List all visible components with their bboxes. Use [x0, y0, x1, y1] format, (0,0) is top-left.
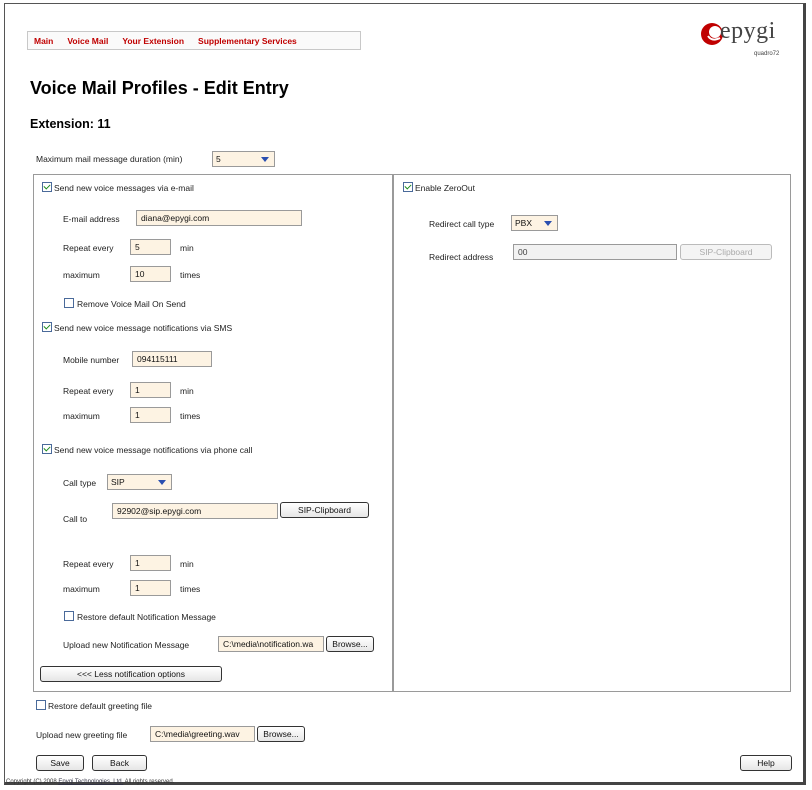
call-type-select[interactable]: SIP — [107, 474, 172, 490]
upload-notification-label: Upload new Notification Message — [63, 640, 190, 650]
redirect-address-label: Redirect address — [429, 252, 494, 262]
page-title: Voice Mail Profiles - Edit Entry — [30, 78, 289, 98]
sms-max-input[interactable]: 1 — [130, 407, 171, 423]
copyright-prefix: Copyright (C) 2008 — [6, 779, 59, 785]
call-type-value: SIP — [111, 477, 125, 487]
max-duration-value: 5 — [216, 154, 221, 164]
remove-voicemail-label: Remove Voice Mail On Send — [77, 299, 186, 309]
sms-checkbox[interactable] — [42, 322, 52, 332]
sms-checkbox-label: Send new voice message notifications via… — [54, 323, 233, 333]
enable-zeroout-label: Enable ZeroOut — [415, 183, 476, 193]
restore-notification-checkbox[interactable] — [64, 611, 74, 621]
sms-repeat-label: Repeat every — [63, 386, 114, 396]
email-max-label: maximum — [63, 270, 100, 280]
max-duration-label: Maximum mail message duration (min) — [36, 154, 183, 164]
phone-call-checkbox[interactable] — [42, 444, 52, 454]
call-to-label: Call to — [63, 514, 88, 524]
phone-repeat-unit: min — [180, 559, 194, 569]
copyright-suffix: All rights reserved. — [123, 779, 175, 785]
email-repeat-unit: min — [180, 243, 194, 253]
max-duration-select[interactable]: 5 — [212, 151, 275, 167]
phone-call-checkbox-label: Send new voice message notifications via… — [54, 445, 253, 455]
sms-max-label: maximum — [63, 411, 100, 421]
logo-model: quadro72 — [754, 51, 780, 57]
nav-item-main[interactable]: Main — [34, 36, 53, 46]
email-repeat-label: Repeat every — [63, 243, 114, 253]
redirect-call-type-select[interactable]: PBX — [511, 215, 558, 231]
redirect-sip-clipboard-button[interactable]: SIP-Clipboard — [680, 244, 772, 260]
phone-max-unit: times — [180, 584, 201, 594]
email-checkbox[interactable] — [42, 182, 52, 192]
email-address-input[interactable]: diana@epygi.com — [136, 210, 302, 226]
extension-heading: Extension: 11 — [30, 117, 111, 131]
epygi-logo: epygi quadro72 — [698, 18, 794, 68]
remove-voicemail-checkbox[interactable] — [64, 298, 74, 308]
save-button[interactable]: Save — [36, 755, 84, 771]
browse-notification-button[interactable]: Browse... — [326, 636, 374, 652]
help-button[interactable]: Help — [740, 755, 792, 771]
phone-repeat-input[interactable]: 1 — [130, 555, 171, 571]
upload-greeting-input[interactable]: C:\media\greeting.wav — [150, 726, 255, 742]
call-to-input[interactable]: 92902@sip.epygi.com — [112, 503, 278, 519]
email-checkbox-label: Send new voice messages via e-mail — [54, 183, 194, 193]
top-nav: Main Voice Mail Your Extension Supplemen… — [27, 31, 361, 50]
chevron-down-icon — [156, 476, 168, 488]
phone-repeat-label: Repeat every — [63, 559, 114, 569]
phone-max-label: maximum — [63, 584, 100, 594]
less-notification-options-button[interactable]: <<< Less notification options — [40, 666, 222, 682]
chevron-down-icon — [542, 217, 554, 229]
restore-greeting-checkbox[interactable] — [36, 700, 46, 710]
restore-notification-label: Restore default Notification Message — [77, 612, 216, 622]
mobile-number-label: Mobile number — [63, 355, 120, 365]
redirect-call-type-label: Redirect call type — [429, 219, 495, 229]
restore-greeting-label: Restore default greeting file — [48, 701, 152, 711]
sms-repeat-input[interactable]: 1 — [130, 382, 171, 398]
mobile-number-input[interactable]: 094115111 — [132, 351, 212, 367]
upload-notification-input[interactable]: C:\media\notification.wa — [218, 636, 324, 652]
nav-item-voice-mail[interactable]: Voice Mail — [67, 36, 108, 46]
company-link[interactable]: Epygi Technologies, Ltd. — [58, 779, 123, 785]
email-max-input[interactable]: 10 — [130, 266, 171, 282]
email-address-label: E-mail address — [63, 214, 120, 224]
back-button[interactable]: Back — [92, 755, 147, 771]
email-max-unit: times — [180, 270, 201, 280]
email-repeat-input[interactable]: 5 — [130, 239, 171, 255]
call-type-label: Call type — [63, 478, 97, 488]
browse-greeting-button[interactable]: Browse... — [257, 726, 305, 742]
redirect-address-input[interactable]: 00 — [513, 244, 677, 260]
redirect-call-type-value: PBX — [515, 218, 533, 228]
sms-max-unit: times — [180, 411, 201, 421]
enable-zeroout-checkbox[interactable] — [403, 182, 413, 192]
copyright-footer: Copyright (C) 2008 Epygi Technologies, L… — [6, 779, 174, 785]
chevron-down-icon — [259, 153, 271, 165]
call-to-sip-clipboard-button[interactable]: SIP-Clipboard — [280, 502, 369, 518]
nav-item-your-extension[interactable]: Your Extension — [122, 36, 184, 46]
upload-greeting-label: Upload new greeting file — [36, 730, 128, 740]
logo-wordmark: epygi — [720, 18, 776, 44]
sms-repeat-unit: min — [180, 386, 194, 396]
nav-item-supplementary-services[interactable]: Supplementary Services — [198, 36, 297, 46]
phone-max-input[interactable]: 1 — [130, 580, 171, 596]
